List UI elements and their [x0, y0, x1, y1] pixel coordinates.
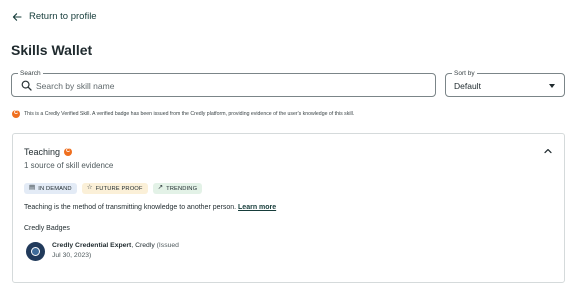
star-icon: ☆: [86, 184, 93, 192]
return-to-profile-label: Return to profile: [29, 11, 97, 22]
badge-avatar: [26, 242, 45, 261]
badge-issued-label: (Issued: [156, 242, 179, 249]
skill-name: Teaching: [24, 147, 61, 157]
tag-trending: ↗ TRENDING: [152, 183, 203, 194]
return-to-profile-link[interactable]: Return to profile: [12, 11, 97, 22]
chevron-up-icon[interactable]: [543, 146, 553, 156]
notice-text: This is a Credly Verified Skill. A verif…: [24, 111, 355, 117]
credly-icon: C: [64, 148, 73, 156]
badge-issued-date: Jul 30, 2023): [52, 252, 92, 259]
sort-select[interactable]: Sort by Default: [445, 69, 565, 97]
tag-label: FUTURE PROOF: [95, 185, 143, 192]
tag-label: IN DEMAND: [38, 185, 72, 192]
verified-skill-notice: C This is a Credly Verified Skill. A ver…: [12, 110, 354, 118]
learn-more-link[interactable]: Learn more: [238, 204, 276, 211]
credly-icon: C: [12, 110, 20, 118]
skill-card: Teaching C 1 source of skill evidence ▤ …: [12, 133, 565, 283]
page-title: Skills Wallet: [11, 42, 93, 58]
document-icon: ▤: [29, 184, 36, 192]
search-input[interactable]: [36, 77, 426, 94]
badge-details: Credly Credential Expert, Credly (Issued…: [52, 241, 179, 261]
tag-future-proof: ☆ FUTURE PROOF: [81, 183, 148, 194]
tag-in-demand: ▤ IN DEMAND: [24, 183, 77, 194]
skill-title-row: Teaching C: [24, 147, 73, 157]
caret-down-icon: [549, 84, 555, 88]
arrow-left-icon: [12, 12, 22, 21]
credly-badges-heading: Credly Badges: [24, 225, 70, 232]
skill-description: Teaching is the method of transmitting k…: [24, 204, 276, 211]
badge-line-1: Credly Credential Expert, Credly (Issued: [52, 241, 179, 251]
skill-description-text: Teaching is the method of transmitting k…: [24, 204, 237, 211]
sort-legend: Sort by: [452, 69, 477, 78]
tag-label: TRENDING: [166, 185, 198, 192]
trending-icon: ↗: [157, 184, 164, 192]
badge-issuer: , Credly: [131, 242, 155, 249]
badge-item[interactable]: Credly Credential Expert, Credly (Issued…: [26, 241, 179, 261]
skill-tags: ▤ IN DEMAND ☆ FUTURE PROOF ↗ TRENDING: [24, 183, 203, 194]
skill-evidence-count: 1 source of skill evidence: [24, 161, 114, 170]
sort-selected-value: Default: [454, 81, 481, 91]
search-field[interactable]: Search: [11, 69, 436, 97]
search-icon: [21, 80, 32, 91]
badge-emblem-icon: [31, 247, 40, 256]
badge-name: Credly Credential Expert: [52, 242, 132, 249]
